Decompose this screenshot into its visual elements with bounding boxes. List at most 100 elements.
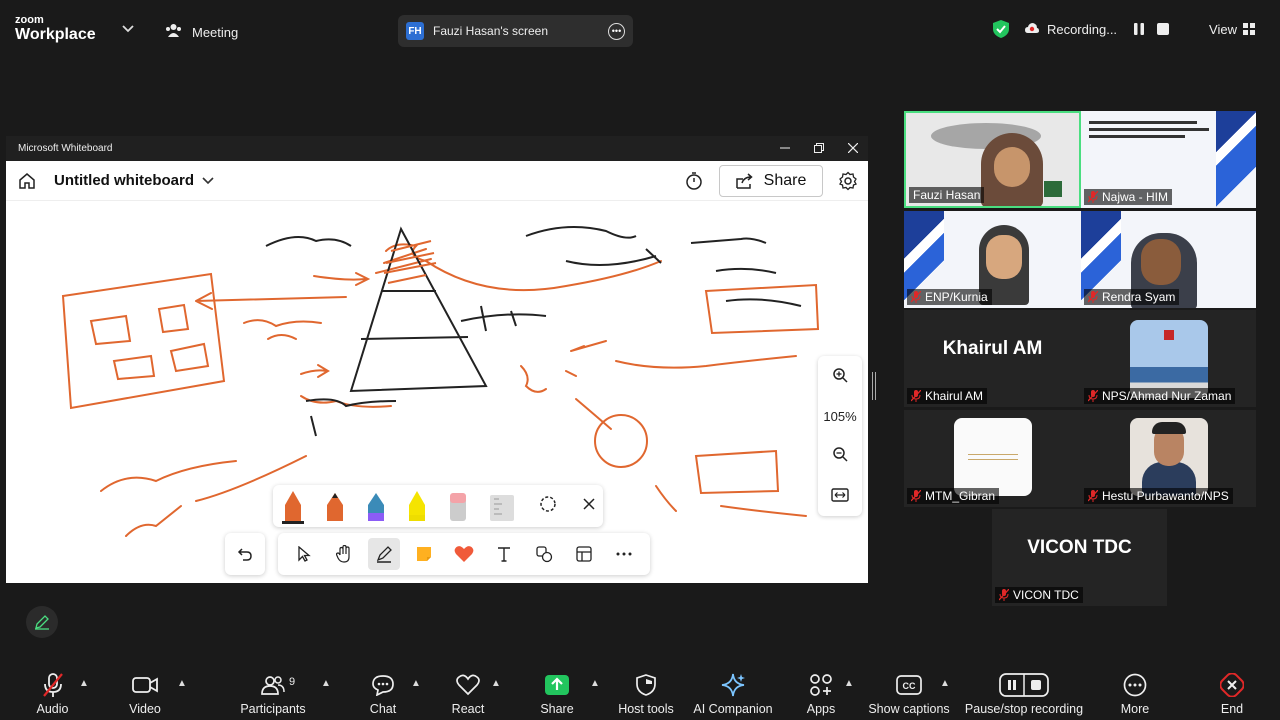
undo-button[interactable] — [225, 533, 265, 575]
participant-name-label: ENP/Kurnia — [907, 289, 992, 305]
more-button[interactable]: More — [1114, 662, 1156, 720]
muted-mic-icon — [1088, 390, 1098, 402]
participant-name-label: Fauzi Hasan — [909, 187, 985, 203]
apps-button[interactable]: Apps — [800, 662, 842, 720]
fit-to-screen-icon[interactable] — [831, 488, 849, 505]
minimize-icon[interactable] — [780, 142, 790, 156]
react-options-caret[interactable]: ▲ — [491, 678, 501, 689]
hand-pan-icon[interactable] — [328, 538, 360, 570]
chat-options-caret[interactable]: ▲ — [411, 678, 421, 689]
face — [986, 235, 1022, 279]
screen-share-pill[interactable]: FH Fauzi Hasan's screen ••• — [398, 15, 633, 47]
participants-options-caret[interactable]: ▲ — [321, 678, 331, 689]
chat-bubble-icon — [371, 672, 395, 698]
templates-icon[interactable] — [568, 538, 600, 570]
pen-tray — [273, 485, 603, 527]
meeting-info-button[interactable]: Meeting — [165, 23, 238, 41]
shield-icon — [636, 672, 656, 698]
whiteboard-name[interactable]: Untitled whiteboard — [54, 172, 194, 189]
window-titlebar: Microsoft Whiteboard — [6, 136, 868, 161]
timer-icon[interactable] — [684, 171, 704, 191]
muted-mic-icon — [911, 390, 921, 402]
logo-badge — [1044, 181, 1062, 197]
apps-options-caret[interactable]: ▲ — [844, 678, 854, 689]
screen-share-label: Fauzi Hasan's screen — [433, 24, 549, 38]
resize-handle[interactable] — [872, 372, 876, 400]
participant-tile[interactable]: Najwa - HIM — [1081, 111, 1256, 208]
flag-icon — [1163, 330, 1174, 340]
svg-text:CC: CC — [903, 681, 916, 691]
restore-icon[interactable] — [814, 142, 824, 156]
pencil-icon — [35, 615, 49, 630]
participant-tile[interactable]: Fauzi Hasan — [904, 111, 1081, 208]
participant-tile[interactable]: Hestu Purbawanto/NPS — [1081, 410, 1256, 507]
participants-button[interactable]: Participants — [238, 662, 308, 720]
participant-tile[interactable]: Rendra Syam — [1081, 211, 1256, 308]
participant-name: VICON TDC — [1013, 588, 1079, 602]
pen-orange-thick[interactable] — [282, 491, 304, 524]
participant-tile[interactable]: Khairul AM Khairul AM — [904, 310, 1081, 407]
share-options-caret[interactable]: ▲ — [590, 678, 600, 689]
more-options-icon[interactable]: ••• — [608, 22, 625, 40]
shapes-icon[interactable] — [528, 538, 560, 570]
show-captions-label: Show captions — [868, 702, 950, 716]
sticky-note-icon[interactable] — [408, 538, 440, 570]
participant-tile[interactable]: VICON TDC VICON TDC — [992, 509, 1167, 606]
close-icon[interactable] — [847, 142, 859, 156]
participant-name-label: Rendra Syam — [1084, 289, 1180, 305]
gear-icon[interactable] — [838, 171, 858, 191]
participant-tile[interactable]: ENP/Kurnia — [904, 211, 1081, 308]
participant-tile[interactable]: NPS/Ahmad Nur Zaman — [1081, 310, 1256, 407]
participants-label: Participants — [240, 702, 306, 716]
view-button[interactable]: View — [1209, 22, 1255, 37]
host-tools-button[interactable]: Host tools — [616, 662, 676, 720]
video-button[interactable]: Video — [124, 662, 166, 720]
ai-companion-button[interactable]: AI Companion — [692, 662, 774, 720]
share-screen-button[interactable]: Share — [536, 662, 578, 720]
audio-options-caret[interactable]: ▲ — [79, 678, 89, 689]
react-button[interactable]: React — [446, 662, 490, 720]
lasso-select-icon — [540, 496, 556, 512]
recording-label: Recording... — [1046, 21, 1118, 37]
close-icon — [583, 498, 595, 510]
muted-mic-icon — [1088, 490, 1098, 502]
pen-blue-green — [368, 493, 384, 521]
home-icon[interactable] — [18, 172, 36, 190]
audio-button[interactable]: Audio — [30, 662, 75, 720]
pen-tool-icon[interactable] — [368, 538, 400, 570]
banner-decoration — [1216, 111, 1256, 208]
participants-icon — [261, 672, 285, 698]
more-label: More — [1120, 702, 1150, 716]
pause-recording-icon[interactable] — [1131, 21, 1147, 37]
ruler — [490, 495, 514, 521]
select-arrow-icon[interactable] — [288, 538, 320, 570]
pause-stop-recording-button[interactable]: Pause/stop recording — [964, 662, 1084, 720]
apps-icon — [809, 672, 833, 698]
cloud-record-icon — [1024, 22, 1039, 37]
end-meeting-button[interactable]: End — [1212, 662, 1252, 720]
participant-name: MTM_Gibran — [925, 489, 996, 503]
text-tool-icon[interactable] — [488, 538, 520, 570]
stop-recording-icon[interactable] — [1155, 21, 1171, 37]
zoom-level: 105% — [823, 408, 857, 424]
participant-tile[interactable]: MTM_Gibran — [904, 410, 1081, 507]
chevron-down-icon[interactable] — [202, 174, 214, 188]
captions-options-caret[interactable]: ▲ — [940, 678, 950, 689]
chat-button[interactable]: Chat — [362, 662, 404, 720]
video-options-caret[interactable]: ▲ — [177, 678, 187, 689]
zoom-out-icon[interactable] — [832, 446, 848, 465]
more-icon[interactable] — [608, 538, 640, 570]
reactions-heart-icon[interactable] — [448, 538, 480, 570]
participant-name-label: Hestu Purbawanto/NPS — [1084, 488, 1233, 504]
end-icon — [1220, 672, 1244, 698]
zoom-in-icon[interactable] — [832, 367, 848, 386]
chevron-down-icon[interactable] — [122, 22, 134, 36]
show-captions-button[interactable]: CC Show captions — [868, 662, 950, 720]
end-label: End — [1220, 702, 1244, 716]
whiteboard-share-button[interactable]: Share — [719, 165, 823, 197]
top-bar: zoom Workplace Meeting FH Fauzi Hasan's … — [0, 0, 1280, 62]
whiteboard-toolbar — [278, 533, 650, 575]
cc-icon: CC — [896, 672, 922, 698]
annotate-button[interactable] — [26, 606, 58, 638]
share-label: Share — [763, 172, 807, 189]
